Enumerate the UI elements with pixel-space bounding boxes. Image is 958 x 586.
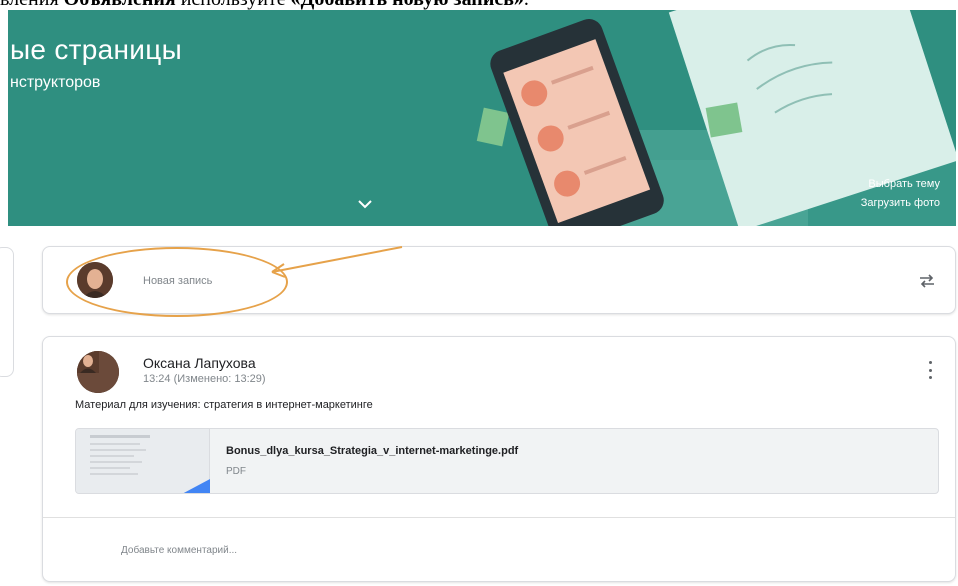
post-author[interactable]: Оксана Лапухова	[143, 355, 256, 371]
attachment-card[interactable]: Bonus_dlya_kursa_Strategia_v_internet-ma…	[75, 428, 939, 494]
avatar	[77, 351, 119, 393]
caption-action-name: «Добавить новую запись»	[291, 0, 524, 10]
banner-subtitle: нструкторов	[10, 74, 101, 91]
caption-section-name: Объявления	[64, 0, 176, 10]
banner-title: ые страницы	[10, 34, 183, 65]
announcement-card: Оксана Лапухова 13:24 (Изменено: 13:29) …	[42, 336, 956, 582]
post-time: 13:24 (Изменено: 13:29)	[143, 373, 266, 385]
attachment-thumbnail	[76, 429, 210, 493]
caption-prefix: вления	[0, 0, 64, 10]
comment-input[interactable]: Добавьте комментарий...	[121, 545, 237, 556]
attachment-file-type: PDF	[226, 466, 246, 477]
avatar	[77, 262, 113, 298]
upcoming-card	[0, 247, 14, 377]
repost-icon[interactable]	[917, 271, 937, 291]
caption-suffix: .	[524, 0, 529, 10]
upload-photo-link[interactable]: Загрузить фото	[861, 194, 940, 213]
new-post-card[interactable]: Новая запись	[42, 246, 956, 314]
banner-actions: Выбрать тему Загрузить фото	[861, 175, 940, 213]
caption-middle: используйте	[176, 0, 291, 10]
post-text: Материал для изучения: стратегия в интер…	[75, 399, 373, 411]
new-post-input[interactable]: Новая запись	[143, 275, 212, 287]
attachment-file-name[interactable]: Bonus_dlya_kursa_Strategia_v_internet-ma…	[226, 445, 518, 457]
select-theme-link[interactable]: Выбрать тему	[861, 175, 940, 194]
class-banner: ые страницы нструкторов Выбрать тему Заг…	[8, 10, 956, 226]
more-vert-icon[interactable]	[927, 361, 933, 379]
chevron-down-icon[interactable]	[353, 194, 377, 214]
divider	[43, 517, 955, 518]
